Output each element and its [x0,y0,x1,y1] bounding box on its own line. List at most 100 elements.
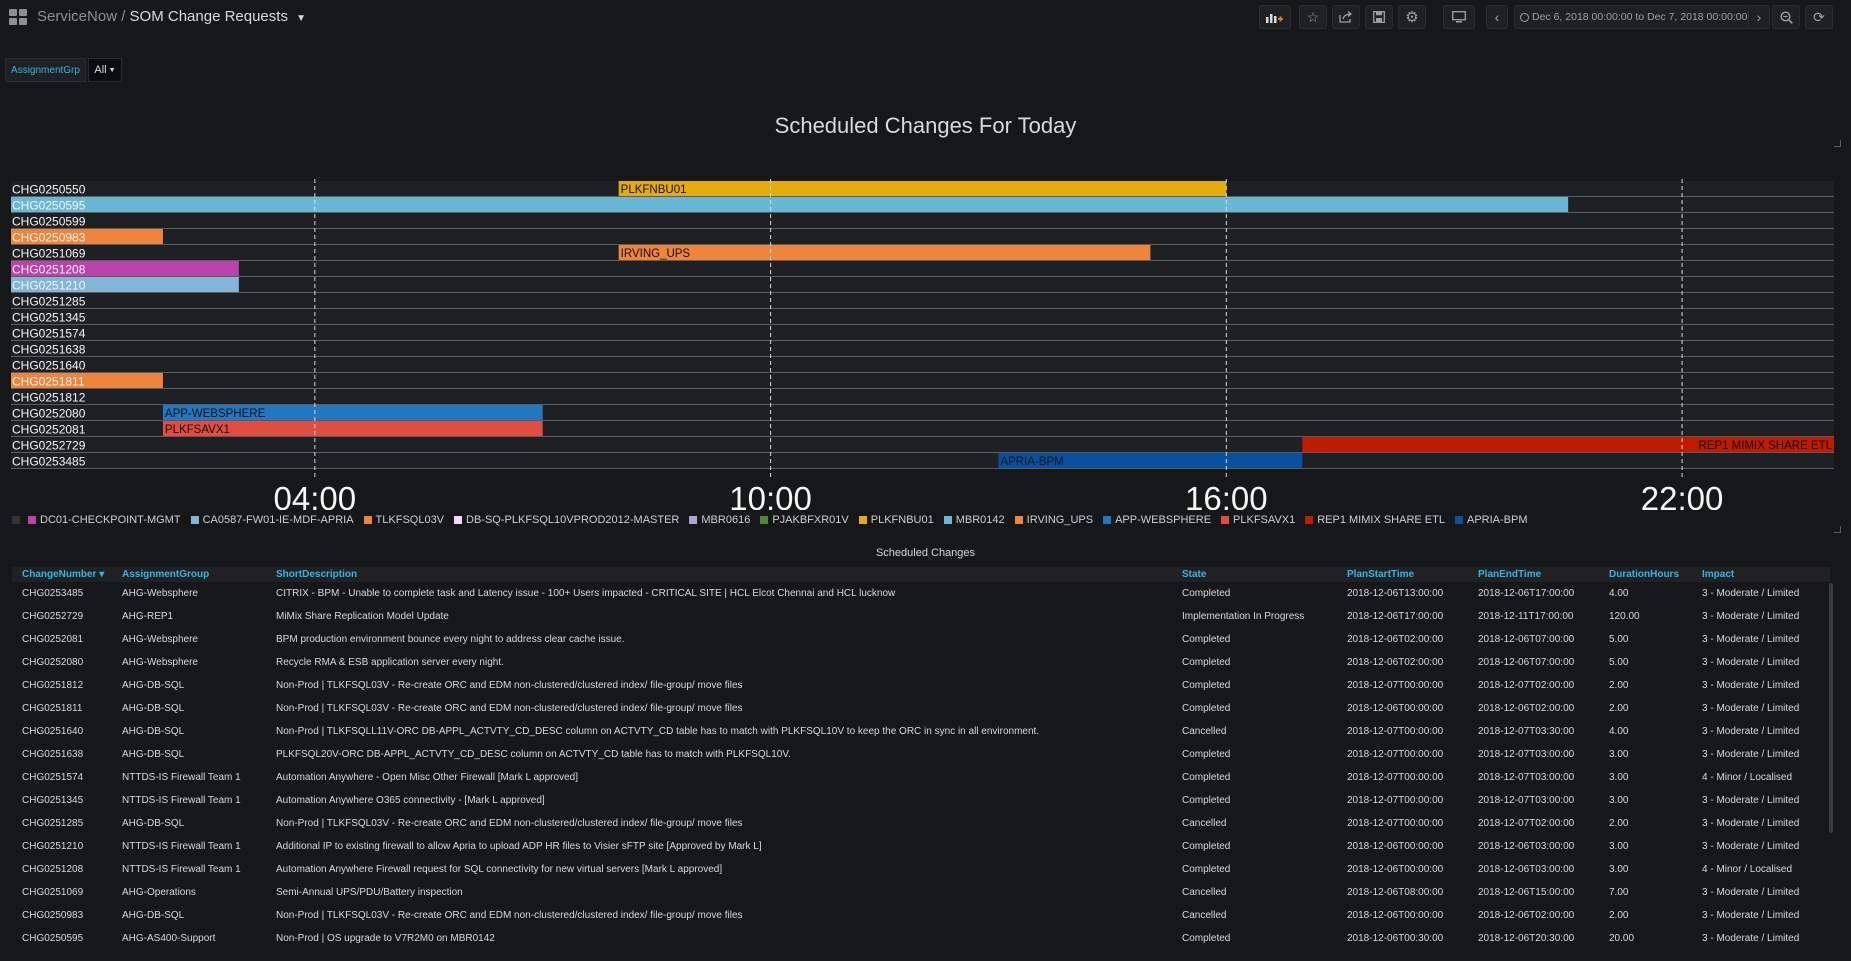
star-icon: ☆ [1306,8,1320,25]
dashboard-name[interactable]: SOM Change Requests [130,8,288,25]
caret-down-icon: ▼ [108,66,116,74]
table-scrollbar[interactable] [1829,583,1833,833]
column-header-shortdescription[interactable]: ShortDescription [266,567,1172,582]
cell-plan-start-time: 2018-12-06T00:00:00 [1347,910,1444,921]
legend-item[interactable]: IRVING_UPS [1014,514,1093,526]
table-row[interactable]: CHG0251812 AHG-DB-SQL Non-Prod | TLKFSQL03… [12,674,1830,697]
legend-item[interactable]: CA0587-FW01-IE-MDF-APRIA [190,514,354,526]
legend-item[interactable]: DC01-CHECKPOINT-MGMT [28,514,181,526]
star-button[interactable]: ☆ [1299,5,1327,29]
cell-plan-start-time: 2018-12-06T00:00:00 [1347,703,1444,714]
caret-down-icon[interactable]: ▼ [296,13,306,24]
cell-duration-hours: 2.00 [1609,910,1629,921]
gantt-row-label: CHG0251208 [12,263,86,277]
legend-item[interactable]: MBR0616 [689,514,750,526]
table-row[interactable]: CHG0251208 NTTDS-IS Firewall Team 1 Automa… [12,858,1830,881]
cell-assignment-group: NTTDS-IS Firewall Team 1 [122,864,241,875]
legend-swatch [689,516,698,524]
cell-duration-hours: 5.00 [1609,634,1629,645]
legend-label: APRIA-BPM [1466,514,1528,526]
variable-select-assignmentgrp[interactable]: All ▼ [88,58,122,82]
cell-impact: 3 - Moderate / Limited [1702,910,1800,921]
refresh-button[interactable]: ⟳ [1805,5,1833,29]
column-header-state[interactable]: State [1172,567,1337,582]
add-panel-button[interactable] [1259,5,1291,29]
table-row[interactable]: CHG0250595 AHG-AS400-Support Non-Prod | OS… [12,927,1830,950]
column-header-durationhours[interactable]: DurationHours [1599,567,1692,582]
table-header-row: ChangeNumber ▾ AssignmentGroup ShortDesc… [12,567,1830,582]
settings-button[interactable]: ⚙ [1398,5,1426,29]
column-header-assignmentgroup[interactable]: AssignmentGroup [112,567,266,582]
legend-item[interactable]: PLKFSAVX1 [1221,514,1295,526]
cell-change-number: CHG0251069 [22,887,84,898]
cell-change-number: CHG0251208 [22,864,84,875]
cell-impact: 3 - Moderate / Limited [1702,703,1800,714]
gantt-bar[interactable] [618,181,1227,196]
legend-item[interactable]: REP1 MIMIX SHARE ETL [1305,514,1445,526]
panel-resize-handle[interactable] [1834,526,1841,533]
cell-change-number: CHG0251812 [22,680,84,691]
zoom-out-button[interactable] [1772,5,1800,29]
legend-item[interactable]: DB-SQ-PLKFSQL10VPROD2012-MASTER [454,514,679,526]
cell-change-number: CHG0252081 [22,634,84,645]
time-back-button[interactable]: ‹ [1486,5,1508,29]
table-row[interactable]: CHG0251640 AHG-DB-SQL Non-Prod | TLKFSQLL1… [12,720,1830,743]
table-row[interactable]: CHG0252729 AHG-REP1 MiMix Share Replicatio… [12,605,1830,628]
table-row[interactable]: CHG0253485 AHG-Websphere CITRIX - BPM - Un… [12,582,1830,605]
table-row[interactable]: CHG0251210 NTTDS-IS Firewall Team 1 Additi… [12,835,1830,858]
share-button[interactable] [1332,5,1360,29]
save-button[interactable] [1365,5,1393,29]
table-row[interactable]: CHG0251285 AHG-DB-SQL Non-Prod | TLKFSQL03… [12,812,1830,835]
cell-change-number: CHG0251285 [22,818,84,829]
legend-swatch [1103,516,1112,524]
chevron-left-icon: ‹ [1494,9,1500,25]
gantt-bar[interactable] [11,197,1569,212]
cell-assignment-group: AHG-Operations [122,887,196,898]
cell-plan-start-time: 2018-12-07T00:00:00 [1347,749,1444,760]
cell-plan-end-time: 2018-12-07T03:00:00 [1478,795,1575,806]
dashboard-title[interactable]: ServiceNow / SOM Change Requests ▼ [37,8,306,25]
legend-label: APP-WEBSPHERE [1115,514,1212,526]
table-row[interactable]: CHG0252080 AHG-Websphere Recycle RMA & ESB… [12,651,1830,674]
cell-state: Completed [1182,864,1231,875]
legend-item[interactable]: TLKFSQL03V [363,514,444,526]
gantt-row-background [11,325,1834,341]
chevron-right-icon: › [1756,9,1762,25]
time-range-picker[interactable]: Dec 6, 2018 00:00:00 to Dec 7, 2018 00:0… [1514,5,1751,29]
gantt-bar-label: PLKFSAVX1 [165,424,230,436]
time-forward-button[interactable]: › [1748,5,1770,29]
panel-resize-handle[interactable] [1834,140,1841,147]
dashboard-grid-icon[interactable] [9,9,27,25]
table-row[interactable]: CHG0251638 AHG-DB-SQL PLKFSQL20V-ORC DB-AP… [12,743,1830,766]
cell-plan-end-time: 2018-12-07T02:00:00 [1478,680,1575,691]
table-row[interactable]: CHG0251069 AHG-Operations Semi-Annual UPS/… [12,881,1830,904]
table-row[interactable]: CHG0251574 NTTDS-IS Firewall Team 1 Automa… [12,766,1830,789]
breadcrumb-root[interactable]: ServiceNow / [37,8,125,25]
table-row[interactable]: CHG0251345 NTTDS-IS Firewall Team 1 Automa… [12,789,1830,812]
cell-plan-start-time: 2018-12-06T00:00:00 [1347,841,1444,852]
cell-impact: 3 - Moderate / Limited [1702,726,1800,737]
gantt-row-label: CHG0251345 [12,311,86,325]
tv-mode-button[interactable] [1443,5,1475,29]
cell-plan-start-time: 2018-12-06T17:00:00 [1347,611,1444,622]
column-header-changenumber[interactable]: ChangeNumber ▾ [12,567,112,582]
cell-plan-start-time: 2018-12-06T02:00:00 [1347,634,1444,645]
legend-item[interactable]: APP-WEBSPHERE [1103,514,1211,526]
changes-table: ChangeNumber ▾ AssignmentGroup ShortDesc… [12,567,1830,950]
cell-impact: 3 - Moderate / Limited [1702,887,1800,898]
legend-item[interactable]: MBR0142 [943,514,1005,526]
table-row[interactable]: CHG0252081 AHG-Websphere BPM production en… [12,628,1830,651]
table-row[interactable]: CHG0250983 AHG-DB-SQL Non-Prod | TLKFSQL03… [12,904,1830,927]
legend-item[interactable]: PJAKBFXR01V [760,514,849,526]
cell-assignment-group: AHG-DB-SQL [122,910,185,921]
legend-item[interactable]: PLKFNBU01 [858,514,934,526]
cell-change-number: CHG0251345 [22,795,84,806]
table-row[interactable]: CHG0251811 AHG-DB-SQL Non-Prod | TLKFSQL03… [12,697,1830,720]
legend-item[interactable]: APRIA-BPM [1454,514,1528,526]
column-header-impact[interactable]: Impact [1692,567,1830,582]
column-header-planendtime[interactable]: PlanEndTime [1468,567,1599,582]
legend-swatch [1454,516,1463,524]
column-header-planstarttime[interactable]: PlanStartTime [1337,567,1468,582]
cell-short-description: Additional IP to existing firewall to al… [276,841,762,852]
gantt-bar[interactable] [618,245,1151,260]
